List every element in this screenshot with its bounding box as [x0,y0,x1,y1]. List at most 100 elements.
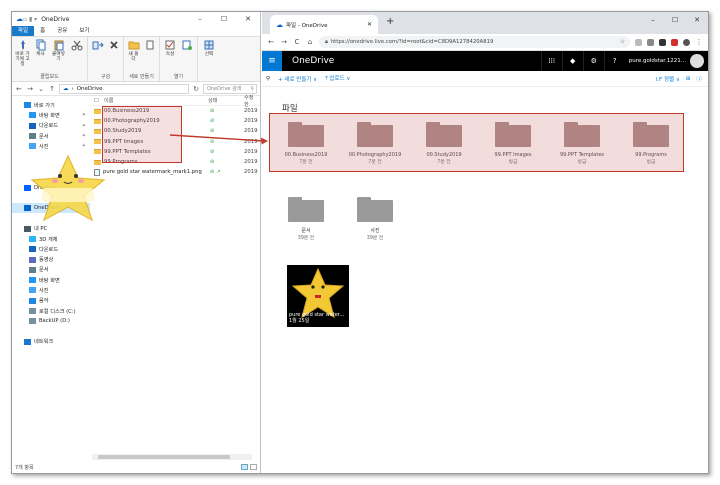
details-view-icon[interactable] [241,464,248,470]
file-date: 2019- [244,138,258,145]
refresh-icon[interactable]: ↻ [192,85,200,93]
avatar[interactable] [690,54,704,68]
explorer-address-bar: ← → ⌄ ↑ ☁ › OneDrive ↻ OneDrive 검색 ⚲ [12,82,260,96]
download-icon [29,246,36,253]
forward-arrow-icon[interactable]: → [280,38,288,46]
app-launcher-icon[interactable]: ⁞⁞⁞ [540,51,562,71]
nav-item[interactable]: 사진 [12,285,90,295]
nav-item[interactable]: 문서 ✦ [12,131,90,141]
profile-icon[interactable] [683,38,690,46]
onedrive-cloud-icon: ☁ [16,15,23,23]
recent-dropdown-icon[interactable]: ⌄ [37,85,45,93]
table-row[interactable]: pure gold star watermark_mark1.png ⊘ ↗ 201… [90,167,260,177]
document-icon [29,133,36,140]
up-arrow-icon[interactable]: ↑ [48,85,56,93]
quick-access-toolbar-icon[interactable]: ▫ ▮ ▾ [23,16,37,23]
help-icon[interactable]: ? [603,51,625,71]
upload-button[interactable]: ⤒ 업로드 ∨ [325,74,350,83]
premium-diamond-icon[interactable]: ◆ [561,51,583,71]
gear-icon[interactable]: ⚙ [582,51,604,71]
column-date-header[interactable]: 수정한 [244,94,258,108]
home-icon[interactable]: ⌂ [306,38,314,46]
photo-date: 1월 25일 [289,318,310,324]
back-arrow-icon[interactable]: ← [15,85,23,93]
minimize-icon[interactable]: – [642,12,664,28]
extension-icon[interactable] [647,38,654,46]
ribbon-group-clipboard: 바로 가기에 고정 복사 붙여넣기 클립보드 [12,37,88,81]
nav-item[interactable]: 바탕 화면 ✦ [12,110,90,120]
ribbon-tab-home[interactable]: 홈 [34,26,51,36]
nav-item[interactable]: BackUP (D:) [12,316,90,326]
pin-icon: ✦ [81,112,86,119]
nav-item[interactable]: 바탕 화면 [12,275,90,285]
item-count: 7개 항목 [15,464,34,471]
nav-item[interactable]: 바로 가기 [12,100,90,110]
extension-icon[interactable] [635,38,642,46]
pin-icon: ✦ [81,122,86,129]
maximize-icon[interactable]: ☐ [212,12,236,26]
ribbon-tab-share[interactable]: 공유 [51,26,73,36]
new-button[interactable]: + 새로 만들기 ∨ [278,75,317,83]
folder-icon [94,118,101,124]
url-bar[interactable]: 🔒︎ https://onedrive.live.com/?id=root&ci… [319,36,630,48]
ribbon: 바로 가기에 고정 복사 붙여넣기 클립보드 구성 새 폴더 새로 만들기 속성… [12,36,260,82]
pin-icon: ✦ [81,133,86,140]
maximize-icon[interactable]: ☐ [664,12,686,28]
explorer-search-input[interactable]: OneDrive 검색 ⚲ [203,83,257,94]
tab-close-icon[interactable]: ✕ [367,21,372,28]
address-input[interactable]: ☁ › OneDrive [59,83,189,94]
minimize-icon[interactable]: – [188,12,212,26]
folder-tile[interactable]: 사진 39분 전 [345,197,405,255]
document-icon [29,266,36,273]
horizontal-scrollbar[interactable] [92,454,252,460]
close-icon[interactable]: ✕ [236,12,260,26]
nav-item[interactable]: 다운로드 ✦ [12,121,90,131]
nav-item[interactable]: 네트워크 [12,337,90,347]
onedrive-brand[interactable]: OneDrive [292,56,334,66]
menu-kebab-icon[interactable]: ⋮ [695,38,703,46]
new-tab-icon[interactable]: + [386,16,394,27]
nav-item[interactable]: 문서 [12,265,90,275]
grid-view-icon[interactable]: ⊞ [686,76,691,82]
ribbon-tabs: 파일 홈 공유 보기 [12,26,260,36]
user-name[interactable]: pure.goldstar.1221... [625,58,690,64]
select-button[interactable]: 선택 [201,39,217,79]
pin-icon: ✦ [81,143,86,150]
ribbon-tab-file[interactable]: 파일 [12,26,35,36]
nav-item[interactable]: 로컬 디스크 (C:) [12,306,90,316]
extension-icon[interactable] [671,38,678,46]
back-arrow-icon[interactable]: ← [267,38,275,46]
close-icon[interactable]: ✕ [686,12,708,28]
nav-item[interactable]: 내 PC [12,224,90,234]
ribbon-tab-view[interactable]: 보기 [73,26,95,36]
column-name-header[interactable]: 이름 [98,97,208,104]
computer-icon [24,225,31,232]
browser-tab-onedrive[interactable]: ☁ 파일 - OneDrive ✕ [270,15,378,34]
extension-icon[interactable] [659,38,666,46]
sort-button[interactable]: ⇂F 정렬 ∨ [654,75,679,83]
nav-item[interactable]: 음악 [12,296,90,306]
ribbon-group-organize: 구성 [88,37,124,81]
scrollbar-thumb[interactable] [98,455,230,459]
reload-icon[interactable]: C [293,38,301,46]
large-icons-view-icon[interactable] [250,464,257,470]
photo-tile[interactable]: pure gold star water... 1월 25일 [287,265,349,327]
nav-item[interactable]: 다운로드 [12,244,90,254]
folder-icon [94,108,101,114]
folder-tile[interactable]: 문서 39분 전 [276,197,336,255]
browser-window-controls: – ☐ ✕ [642,12,708,28]
browser-tab-strip: ☁ 파일 - OneDrive ✕ + – ☐ ✕ [262,12,708,34]
sync-status-icon: ⊘ [210,128,215,135]
column-status-header[interactable]: 상태 [208,97,244,104]
forward-arrow-icon[interactable]: → [26,85,34,93]
nav-item[interactable]: 사진 ✦ [12,141,90,151]
hamburger-menu-icon[interactable]: ≡ [262,51,282,71]
select-all-checkbox[interactable]: ☐ [90,98,99,104]
nav-item[interactable]: 3D 개체 [12,234,90,244]
info-icon[interactable]: ⓘ [696,75,702,83]
search-icon[interactable]: ⚲ [266,76,270,82]
delete-x-icon [109,41,118,49]
nav-item-label: 바탕 화면 [39,277,60,284]
nav-item[interactable]: 동영상 [12,254,90,264]
bookmark-star-icon[interactable]: ☆ [620,39,625,45]
